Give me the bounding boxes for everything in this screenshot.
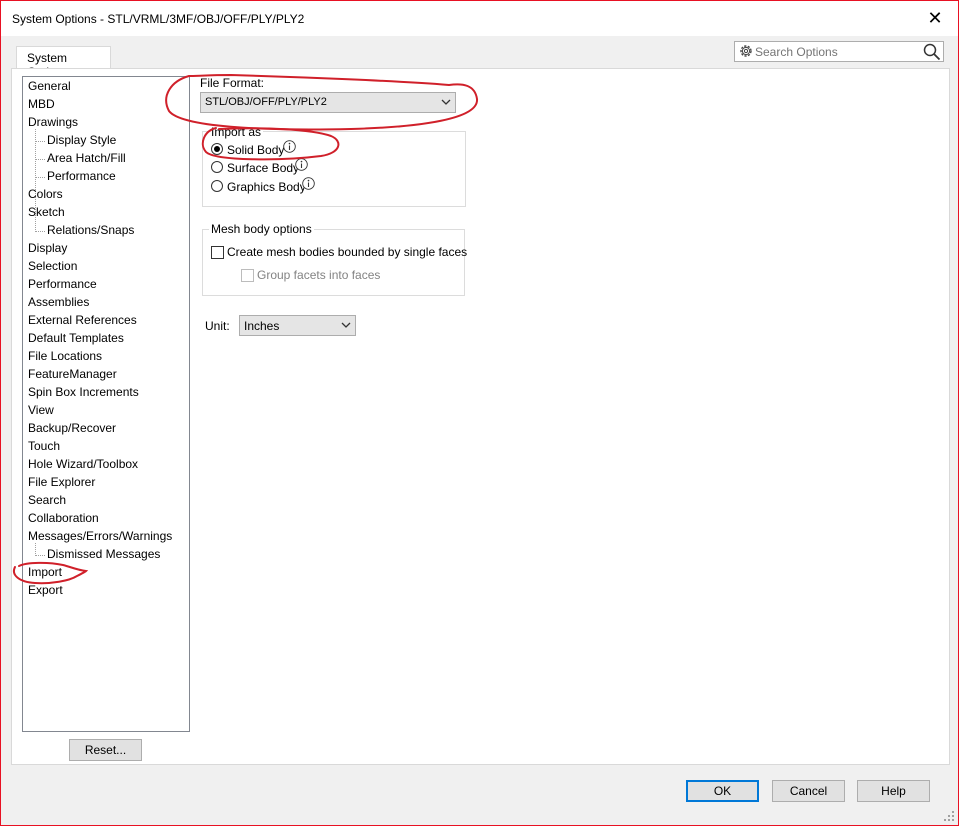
surface-body-label[interactable]: Surface Body [227, 161, 299, 175]
cancel-button[interactable]: Cancel [772, 780, 845, 802]
tree-item-hole-wizard-toolbox[interactable]: Hole Wizard/Toolbox [28, 456, 138, 472]
tree-item-collaboration[interactable]: Collaboration [28, 510, 99, 526]
tree-item-performance[interactable]: Performance [28, 276, 97, 292]
system-options-dialog: System Options - STL/VRML/3MF/OBJ/OFF/PL… [0, 0, 959, 826]
tree-item-colors[interactable]: Colors [28, 186, 63, 202]
chevron-down-icon [441, 99, 451, 105]
tree-connector [35, 231, 45, 232]
search-options-box [734, 41, 944, 62]
tree-item-area-hatch[interactable]: Area Hatch/Fill [47, 150, 126, 166]
surface-body-radio[interactable] [211, 161, 223, 173]
graphics-body-label[interactable]: Graphics Body [227, 180, 306, 194]
file-format-value: STL/OBJ/OFF/PLY/PLY2 [205, 96, 327, 108]
mesh-options-group [202, 229, 465, 296]
close-button[interactable]: ✕ [912, 1, 958, 36]
search-input[interactable] [755, 44, 920, 59]
tree-item-general[interactable]: General [28, 78, 71, 94]
create-mesh-label[interactable]: Create mesh bodies bounded by single fac… [227, 245, 467, 259]
info-icon[interactable] [302, 177, 315, 190]
tree-connector [35, 543, 36, 554]
group-facets-label: Group facets into faces [257, 268, 381, 282]
tree-item-file-locations[interactable]: File Locations [28, 348, 102, 364]
help-button[interactable]: Help [857, 780, 930, 802]
tree-item-featuremanager[interactable]: FeatureManager [28, 366, 117, 382]
info-icon[interactable] [295, 158, 308, 171]
tree-item-backup-recover[interactable]: Backup/Recover [28, 420, 116, 436]
reset-button[interactable]: Reset... [69, 739, 142, 761]
gear-icon[interactable] [738, 43, 754, 59]
file-format-label: File Format: [200, 76, 265, 90]
tree-item-touch[interactable]: Touch [28, 438, 60, 454]
info-icon[interactable] [283, 140, 296, 153]
resize-grip-icon[interactable] [943, 810, 955, 822]
import-as-title: Import as [209, 125, 264, 139]
graphics-body-radio[interactable] [211, 180, 223, 192]
tree-item-view[interactable]: View [28, 402, 54, 418]
tree-item-relations-snaps[interactable]: Relations/Snaps [47, 222, 134, 238]
tree-item-selection[interactable]: Selection [28, 258, 77, 274]
tree-connector [35, 159, 45, 160]
tree-connector [35, 141, 45, 142]
title-bar[interactable]: System Options - STL/VRML/3MF/OBJ/OFF/PL… [1, 1, 958, 36]
options-tree[interactable]: General MBD Drawings Display Style Area … [22, 76, 190, 732]
ok-button[interactable]: OK [686, 780, 759, 802]
window-title: System Options - STL/VRML/3MF/OBJ/OFF/PL… [12, 12, 305, 26]
tree-connector [35, 219, 36, 230]
close-icon: ✕ [927, 8, 943, 28]
tree-connector [35, 555, 45, 556]
group-facets-checkbox[interactable] [241, 269, 254, 282]
solid-body-label[interactable]: Solid Body [227, 143, 284, 157]
mesh-options-title: Mesh body options [209, 222, 314, 236]
tree-item-default-templates[interactable]: Default Templates [28, 330, 124, 346]
tree-item-external-references[interactable]: External References [28, 312, 137, 328]
tree-connector [35, 177, 45, 178]
tree-item-display[interactable]: Display [28, 240, 67, 256]
tree-item-dismissed-messages[interactable]: Dismissed Messages [47, 546, 160, 562]
tree-item-assemblies[interactable]: Assemblies [28, 294, 89, 310]
tree-item-search[interactable]: Search [28, 492, 66, 508]
solid-body-radio[interactable] [211, 143, 223, 155]
unit-label: Unit: [205, 319, 230, 333]
unit-value: Inches [244, 319, 280, 333]
tree-item-spin-box-increments[interactable]: Spin Box Increments [28, 384, 139, 400]
tree-item-file-explorer[interactable]: File Explorer [28, 474, 95, 490]
tree-item-messages-errors-warnings[interactable]: Messages/Errors/Warnings [28, 528, 172, 544]
tab-system-options[interactable]: System Options [16, 46, 111, 79]
tree-item-mbd[interactable]: MBD [28, 96, 55, 112]
search-icon[interactable] [923, 43, 941, 61]
tree-item-sketch[interactable]: Sketch [28, 204, 65, 220]
tree-item-import[interactable]: Import [28, 564, 62, 580]
tree-item-drawings[interactable]: Drawings [28, 114, 78, 130]
tree-item-drawings-performance[interactable]: Performance [47, 168, 116, 184]
chevron-down-icon [341, 322, 351, 328]
tree-item-export[interactable]: Export [28, 582, 63, 598]
unit-dropdown[interactable]: Inches [239, 315, 356, 336]
create-mesh-checkbox[interactable] [211, 246, 224, 259]
file-format-dropdown[interactable]: STL/OBJ/OFF/PLY/PLY2 [200, 92, 456, 113]
tree-item-display-style[interactable]: Display Style [47, 132, 116, 148]
